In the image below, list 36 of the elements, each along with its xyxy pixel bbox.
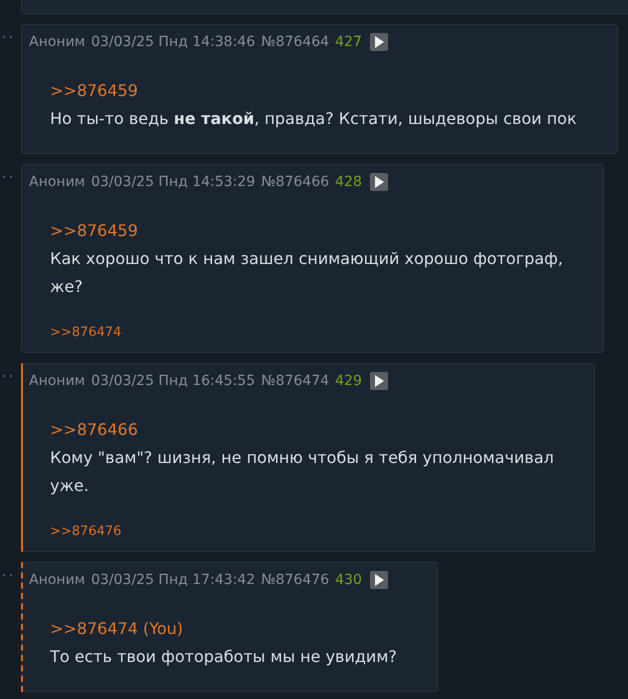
post-index: 430 [335,572,362,588]
post-number-link[interactable]: №876466 [261,174,330,190]
post-number-link[interactable]: №876464 [261,34,330,50]
post-text: Но ты-то ведь не такой, правда? Кстати, шыдеворы свои пок [50,108,577,130]
post-text: То есть твои фотоработы мы не увидим? [50,646,397,668]
dots-icon [2,175,14,179]
play-icon[interactable] [370,33,388,51]
dots-icon [2,573,14,577]
play-icon[interactable] [370,372,388,390]
post-text: же? [50,276,84,298]
post-index: 428 [335,174,362,190]
post-text: Кому "вам"? шизня, не помню чтобы я тебя уполномачивал [50,447,554,469]
post-text: уже. [50,475,90,497]
post-datetime: 03/03/25 Пнд 14:38:46 [91,34,256,50]
reply-link[interactable]: >>876459 [50,77,577,105]
reply-link[interactable]: >>876459 [50,217,563,245]
post-index: 427 [335,34,362,50]
post-text: Как хорошо что к нам зашел снимающий хорошо фотограф, [50,248,563,270]
reply-link[interactable]: >>876466 [50,416,554,444]
backlink[interactable]: >>876474 [50,325,122,340]
reply-link[interactable]: >>876474 (You) [50,615,397,643]
author-name: Аноним [29,174,86,190]
post-datetime: 03/03/25 Пнд 17:43:42 [91,572,256,588]
play-icon[interactable] [370,571,388,589]
post-number-link[interactable]: №876476 [261,572,330,588]
post-datetime: 03/03/25 Пнд 14:53:29 [91,174,256,190]
backlink[interactable]: >>876476 [50,524,122,539]
post-datetime: 03/03/25 Пнд 16:45:55 [91,373,256,389]
author-name: Аноним [29,572,86,588]
post-index: 429 [335,373,362,389]
play-icon[interactable] [370,173,388,191]
dots-icon [2,374,14,378]
dots-icon [2,35,14,39]
author-name: Аноним [29,373,86,389]
author-name: Аноним [29,34,86,50]
post-number-link[interactable]: №876474 [261,373,330,389]
